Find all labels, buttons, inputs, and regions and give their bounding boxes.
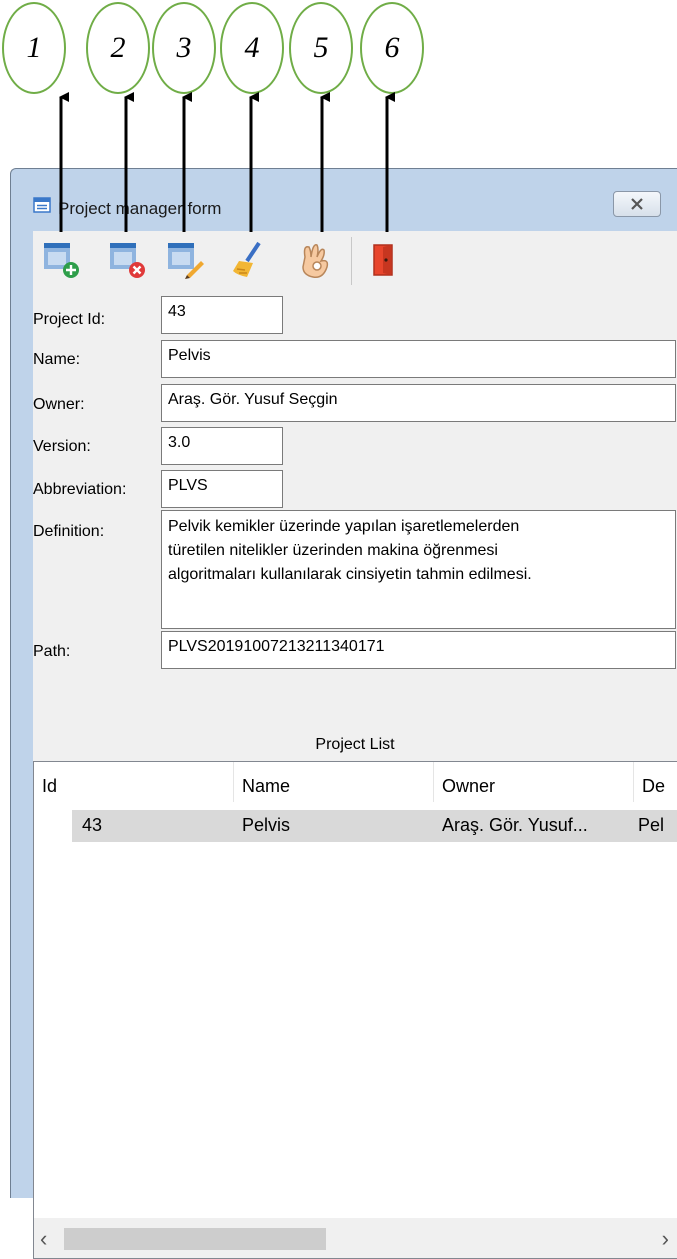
list-header: Id Name Owner De xyxy=(34,762,677,802)
callout-5: 5 xyxy=(289,2,353,94)
edit-project-button[interactable] xyxy=(165,239,205,281)
edit-project-icon xyxy=(168,243,204,279)
cell-owner: Araş. Gör. Yusuf... xyxy=(442,815,588,835)
callout-6: 6 xyxy=(360,2,424,94)
version-label: Version: xyxy=(33,438,91,455)
add-project-icon xyxy=(44,243,79,278)
scroll-left-icon[interactable]: ‹ xyxy=(40,1226,47,1252)
project-manager-window: Project manager form Project Id: 43 Name… xyxy=(10,168,677,1259)
ok-hand-icon xyxy=(302,244,329,279)
version-field[interactable]: 3.0 xyxy=(161,427,283,465)
clear-broom-icon xyxy=(233,241,261,277)
cell-name: Pelvis xyxy=(242,815,291,835)
table-row[interactable]: 43 Pelvis Araş. Gör. Yusuf... Pel xyxy=(72,810,677,842)
path-field[interactable]: PLVS20191007213211340171 xyxy=(161,631,676,669)
callout-2: 2 xyxy=(86,2,150,94)
path-label: Path: xyxy=(33,643,71,660)
definition-field[interactable]: Pelvik kemikler üzerinde yapılan işaretl… xyxy=(161,510,676,629)
abbreviation-label: Abbreviation: xyxy=(33,481,127,498)
project-id-field[interactable]: 43 xyxy=(161,296,283,334)
add-project-button[interactable] xyxy=(41,239,81,281)
definition-line: algoritmaları kullanılarak cinsiyetin ta… xyxy=(168,566,532,583)
column-header-definition[interactable]: De xyxy=(634,762,677,802)
toolbar xyxy=(33,231,677,289)
close-button[interactable] xyxy=(613,191,661,217)
owner-field[interactable]: Araş. Gör. Yusuf Seçgin xyxy=(161,384,676,422)
form-client-area: Project Id: 43 Name: Pelvis Owner: Araş.… xyxy=(33,231,677,1259)
definition-line: Pelvik kemikler üzerinde yapılan işaretl… xyxy=(168,518,520,535)
callout-1: 1 xyxy=(2,2,66,94)
title-bar[interactable]: Project manager form xyxy=(11,169,677,231)
delete-project-button[interactable] xyxy=(107,239,147,281)
column-header-id[interactable]: Id xyxy=(34,762,234,802)
owner-label: Owner: xyxy=(33,396,85,413)
name-field[interactable]: Pelvis xyxy=(161,340,676,378)
horizontal-scrollbar[interactable]: ‹ › xyxy=(34,1218,677,1258)
project-list-view[interactable]: Id Name Owner De 43 Pelvis Araş. Gör. Yu… xyxy=(33,761,677,1259)
scrollbar-thumb[interactable] xyxy=(64,1228,326,1250)
scroll-right-icon[interactable]: › xyxy=(662,1226,669,1252)
exit-door-icon xyxy=(373,244,393,276)
window-title: Project manager form xyxy=(58,199,222,218)
definition-label: Definition: xyxy=(33,523,105,540)
column-header-owner[interactable]: Owner xyxy=(434,762,634,802)
exit-button[interactable] xyxy=(363,239,403,281)
definition-line: türetilen nitelikler üzerinden makina öğ… xyxy=(168,542,498,559)
name-label: Name: xyxy=(33,351,81,368)
close-icon xyxy=(631,198,643,210)
delete-project-icon xyxy=(110,243,145,278)
form-icon xyxy=(33,197,51,213)
project-list-caption: Project List xyxy=(315,736,395,753)
cell-definition: Pel xyxy=(638,815,665,835)
column-header-name[interactable]: Name xyxy=(234,762,434,802)
cell-id: 43 xyxy=(82,815,103,835)
callout-4: 4 xyxy=(220,2,284,94)
clear-form-button[interactable] xyxy=(229,239,269,281)
project-id-label: Project Id: xyxy=(33,311,106,328)
ok-button[interactable] xyxy=(295,239,335,281)
abbreviation-field[interactable]: PLVS xyxy=(161,470,283,508)
callout-3: 3 xyxy=(152,2,216,94)
toolbar-separator xyxy=(351,237,352,285)
